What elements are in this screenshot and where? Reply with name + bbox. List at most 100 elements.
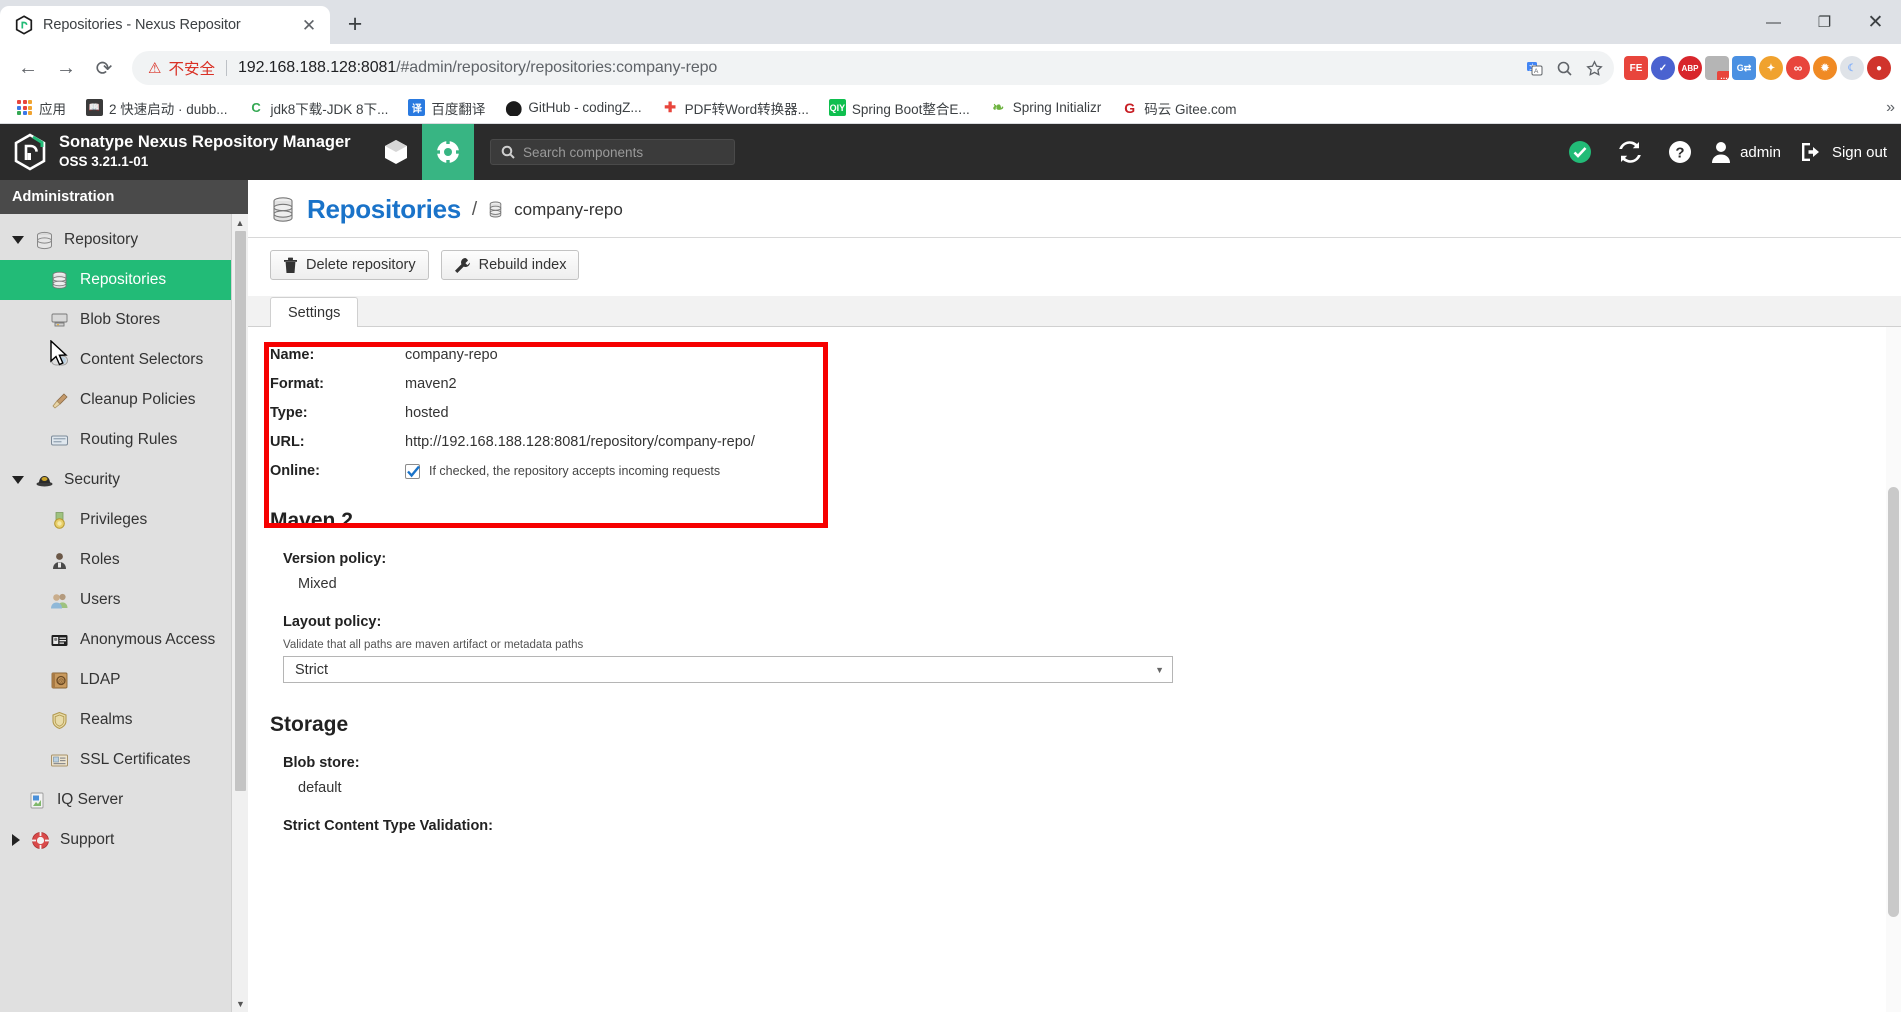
bookmark-item[interactable]: 译 百度翻译	[400, 95, 493, 121]
reload-button[interactable]: ⟳	[86, 50, 122, 86]
app-title-block: Sonatype Nexus Repository Manager OSS 3.…	[59, 133, 351, 170]
extension-moon-icon[interactable]: ☾	[1840, 56, 1864, 80]
broom-icon	[48, 390, 70, 410]
breadcrumb-root[interactable]: Repositories	[307, 194, 461, 225]
extension-puzzle-icon[interactable]: ✦	[1759, 56, 1783, 80]
main-scrollbar[interactable]	[1886, 327, 1901, 1012]
sidebar-group-iq-server[interactable]: IQ Server	[0, 780, 248, 820]
sidebar-item-label: Content Selectors	[80, 351, 204, 368]
address-bar[interactable]: ⚠ 不安全 192.168.188.128:8081/#admin/reposi…	[132, 51, 1614, 85]
bookmark-item[interactable]: C jdk8下载-JDK 8下...	[240, 95, 397, 121]
extension-checkmark-icon[interactable]: ✓	[1651, 56, 1675, 80]
repository-details: Name: company-repo Format: maven2 Type: …	[264, 342, 835, 528]
trash-icon	[284, 257, 297, 273]
gear-icon	[435, 139, 461, 165]
chevron-right-icon[interactable]	[12, 834, 20, 846]
scroll-down-arrow[interactable]: ▼	[232, 995, 249, 1012]
sidebar-item-roles[interactable]: Roles	[0, 540, 248, 580]
bookmark-item[interactable]: 📖 2 快速启动 · dubb...	[78, 95, 236, 121]
book-icon: 📖	[86, 99, 103, 116]
bookmark-label: GitHub - codingZ...	[528, 100, 642, 115]
sidebar-item-cleanup-policies[interactable]: Cleanup Policies	[0, 380, 248, 420]
detail-label: Type:	[270, 405, 308, 421]
sidebar-item-blob-stores[interactable]: Blob Stores	[0, 300, 248, 340]
sidebar-item-ssl-certificates[interactable]: SSL Certificates	[0, 740, 248, 780]
bookmark-item[interactable]: ⬤ GitHub - codingZ...	[497, 96, 649, 119]
github-icon: ⬤	[505, 99, 523, 117]
bookmarks-overflow-button[interactable]: »	[1886, 99, 1895, 117]
app-header: Sonatype Nexus Repository Manager OSS 3.…	[0, 124, 1901, 180]
version-policy-label: Version policy:	[283, 551, 387, 567]
layout-policy-select[interactable]: Strict ▼	[283, 656, 1173, 683]
search-icon[interactable]	[1550, 54, 1578, 82]
browser-tab[interactable]: Repositories - Nexus Repositor ✕	[0, 6, 330, 44]
scrollbar-thumb[interactable]	[235, 231, 246, 791]
delete-repository-button[interactable]: Delete repository	[270, 250, 429, 280]
detail-value: http://192.168.188.128:8081/repository/c…	[405, 434, 755, 450]
security-status-label[interactable]: 不安全	[168, 57, 215, 79]
bookmark-item[interactable]: QIY Spring Boot整合E...	[821, 95, 978, 121]
translate-icon: 译	[408, 99, 426, 116]
sidebar-item-users[interactable]: Users	[0, 580, 248, 620]
scroll-up-arrow[interactable]: ▲	[232, 214, 248, 231]
user-icon	[1712, 142, 1731, 163]
sidebar-item-ldap[interactable]: @ LDAP	[0, 660, 248, 700]
sidebar-item-repositories[interactable]: Repositories	[0, 260, 248, 300]
bookmark-item[interactable]: G 码云 Gitee.com	[1113, 95, 1244, 121]
sidebar-item-content-selectors[interactable]: Content Selectors	[0, 340, 248, 380]
browse-mode-button[interactable]	[370, 124, 422, 180]
sidebar: Administration Repository Repositories B…	[0, 180, 248, 1012]
sidebar-group-security[interactable]: Security	[0, 460, 248, 500]
new-tab-button[interactable]: +	[338, 7, 372, 41]
sidebar-item-anonymous-access[interactable]: Anonymous Access	[0, 620, 248, 660]
app-brand[interactable]: Sonatype Nexus Repository Manager OSS 3.…	[0, 124, 370, 180]
extension-abp-icon[interactable]: ABP	[1678, 56, 1702, 80]
chevron-down-icon[interactable]	[12, 476, 24, 484]
close-window-button[interactable]: ✕	[1850, 0, 1901, 44]
online-checkbox[interactable]	[405, 463, 420, 479]
extension-dots-icon[interactable]: …	[1705, 56, 1729, 80]
omnibox-icons: 文A	[1520, 54, 1608, 82]
help-icon[interactable]: ?	[1655, 124, 1705, 180]
extension-infinity-icon[interactable]: ∞	[1786, 56, 1810, 80]
extension-shield-icon[interactable]: ✹	[1813, 56, 1837, 80]
translate-icon[interactable]: 文A	[1520, 54, 1548, 82]
sidebar-group-repository[interactable]: Repository	[0, 220, 248, 260]
sidebar-item-routing-rules[interactable]: Routing Rules	[0, 420, 248, 460]
bookmark-item[interactable]: ✚ PDF转Word转换器...	[654, 95, 817, 121]
scrollbar-thumb[interactable]	[1888, 487, 1899, 917]
bookmark-item[interactable]: ❧ Spring Initializr	[982, 96, 1110, 119]
admin-mode-button[interactable]	[422, 124, 474, 180]
sidebar-group-support[interactable]: Support	[0, 820, 248, 860]
chevron-down-icon[interactable]	[12, 236, 24, 244]
user-menu[interactable]: admin	[1705, 141, 1795, 163]
maximize-button[interactable]: ❐	[1799, 0, 1850, 44]
health-check-icon[interactable]	[1555, 124, 1605, 180]
refresh-icon[interactable]	[1605, 124, 1655, 180]
blob-store-label: Blob store:	[283, 755, 360, 771]
button-label: Rebuild index	[478, 257, 567, 273]
rebuild-index-button[interactable]: Rebuild index	[440, 250, 580, 280]
tab-settings[interactable]: Settings	[270, 297, 359, 327]
chevron-down-icon[interactable]: ▼	[1155, 665, 1164, 675]
storage-section-title: Storage	[270, 713, 349, 736]
forward-button[interactable]: →	[48, 50, 84, 86]
close-tab-icon[interactable]: ✕	[298, 14, 320, 36]
back-button[interactable]: ←	[10, 50, 46, 86]
gitee-icon: G	[1124, 99, 1136, 116]
profile-avatar[interactable]: ●	[1867, 56, 1891, 80]
extension-fe-icon[interactable]: FE	[1624, 56, 1648, 80]
minimize-button[interactable]: —	[1748, 0, 1799, 44]
sidebar-item-realms[interactable]: Realms	[0, 700, 248, 740]
bookmark-label: Spring Boot整合E...	[851, 101, 970, 117]
extension-ga-icon[interactable]: G⇄	[1732, 56, 1756, 80]
sidebar-item-privileges[interactable]: Privileges	[0, 500, 248, 540]
search-input[interactable]: Search components	[490, 139, 735, 165]
signout-button[interactable]: Sign out	[1795, 142, 1893, 162]
sidebar-scrollbar[interactable]: ▲ ▼	[231, 214, 248, 1012]
action-buttons: Delete repository Rebuild index	[248, 238, 1901, 290]
spring-icon: ❧	[992, 99, 1005, 115]
star-icon[interactable]	[1580, 54, 1608, 82]
sidebar-item-label: SSL Certificates	[80, 751, 191, 768]
bookmark-apps[interactable]: 应用	[8, 95, 74, 121]
